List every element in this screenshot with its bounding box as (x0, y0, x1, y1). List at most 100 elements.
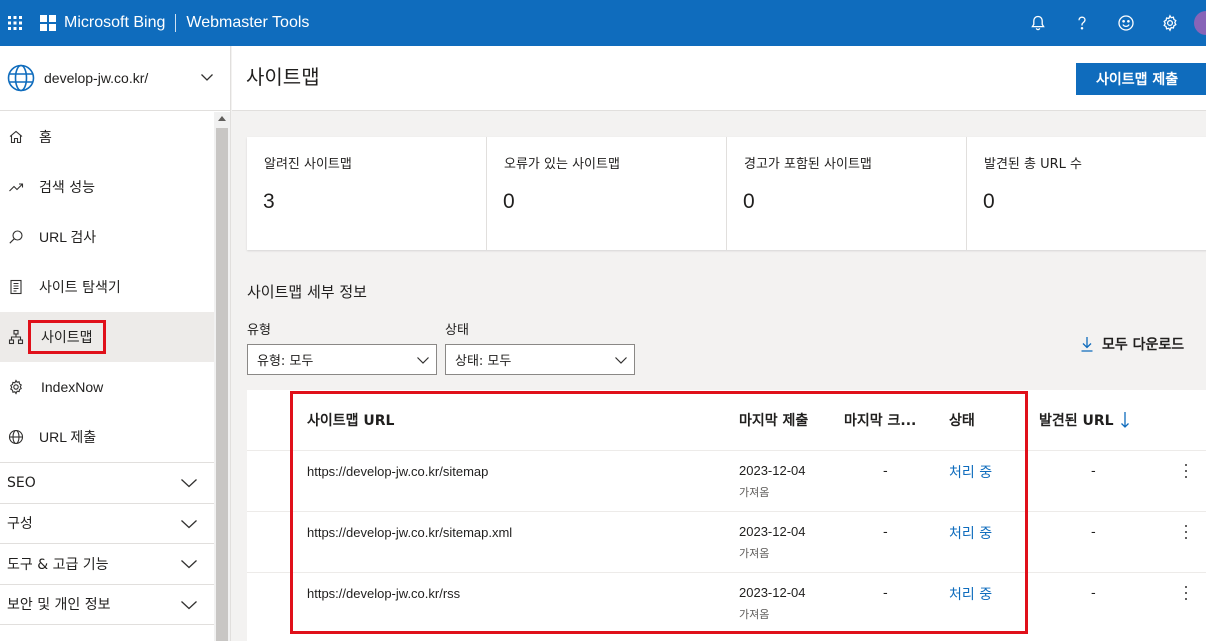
stat-label: 발견된 총 URL 수 (984, 157, 1082, 172)
column-header-label: 발견된 URL (1039, 413, 1114, 429)
stat-known-sitemaps: 알려진 사이트맵 3 (247, 137, 487, 250)
filter-type-dropdown[interactable]: 유형: 모두 (247, 344, 437, 375)
globe-icon (7, 428, 25, 446)
discovered-urls: - (1091, 525, 1096, 540)
sidebar-group-label: 구성 (7, 516, 33, 533)
top-bar: Microsoft Bing Webmaster Tools (0, 0, 1206, 46)
filter-status-dropdown[interactable]: 상태: 모두 (445, 344, 635, 375)
document-icon (7, 278, 25, 296)
sitemap-url: https://develop-jw.co.kr/sitemap (307, 464, 489, 479)
download-all-label: 모두 다운로드 (1102, 337, 1185, 353)
sidebar-group-label: SEO (7, 474, 36, 491)
more-options-icon[interactable] (1182, 522, 1190, 542)
table-row[interactable]: https://develop-jw.co.kr/sitemap 2023-12… (247, 450, 1206, 511)
column-header-url[interactable]: 사이트맵 URL (307, 390, 394, 450)
column-header-status[interactable]: 상태 (949, 390, 975, 450)
last-submitted: 2023-12-04 (739, 585, 806, 600)
bell-icon[interactable] (1016, 0, 1060, 46)
chevron-down-icon (417, 357, 429, 364)
column-header-last-submitted[interactable]: 마지막 제출 (739, 390, 808, 450)
status-link[interactable]: 처리 중 (949, 584, 992, 604)
waffle-icon[interactable] (0, 0, 30, 46)
sidebar-item-sitemaps[interactable]: 사이트맵 (0, 312, 214, 362)
sidebar-group-tools[interactable]: 도구 & 고급 기능 (0, 544, 214, 585)
last-crawled: - (883, 525, 888, 540)
product-name[interactable]: Webmaster Tools (186, 14, 309, 32)
globe-icon (7, 64, 35, 92)
download-icon (1081, 337, 1093, 352)
more-options-icon[interactable] (1182, 461, 1190, 481)
stat-value: 0 (983, 190, 995, 213)
sidebar: develop-jw.co.kr/ 홈 검색 성능 URL 검사 사이트 탐색기… (0, 46, 231, 641)
help-icon[interactable] (1060, 0, 1104, 46)
more-options-icon[interactable] (1182, 583, 1190, 603)
trend-icon (7, 178, 25, 196)
section-title: 사이트맵 세부 정보 (247, 283, 367, 301)
submit-sitemap-button[interactable]: 사이트맵 제출 (1076, 63, 1206, 95)
sidebar-item-label: 홈 (39, 130, 52, 146)
sidebar-group-security-privacy[interactable]: 보안 및 개인 정보 (0, 585, 214, 625)
last-crawled: - (883, 586, 888, 601)
scroll-up-icon[interactable] (218, 116, 226, 121)
top-icons (1016, 0, 1206, 46)
discovered-urls: - (1091, 464, 1096, 479)
stat-value: 0 (503, 190, 515, 213)
sidebar-item-indexnow[interactable]: IndexNow (0, 362, 214, 412)
sidebar-group-seo[interactable]: SEO (0, 463, 214, 504)
table-row[interactable]: https://develop-jw.co.kr/rss 2023-12-04 … (247, 572, 1206, 633)
site-selector[interactable]: develop-jw.co.kr/ (0, 46, 230, 111)
gear-icon[interactable] (1148, 0, 1192, 46)
sidebar-item-label: URL 검사 (39, 229, 97, 245)
chevron-down-icon (181, 479, 197, 488)
sidebar-item-url-inspection[interactable]: URL 검사 (0, 212, 214, 262)
sidebar-item-label: 검색 성능 (39, 180, 95, 196)
last-submitted-source: 가져옴 (739, 608, 770, 621)
filter-type-value: 유형: 모두 (257, 354, 314, 369)
page-title: 사이트맵 (246, 65, 320, 89)
stat-sitemaps-with-warnings: 경고가 포함된 사이트맵 0 (727, 137, 967, 250)
chevron-down-icon (181, 560, 197, 569)
home-icon (7, 128, 25, 146)
avatar[interactable] (1194, 11, 1206, 35)
microsoft-logo-icon (40, 15, 56, 31)
column-header-discovered-urls[interactable]: 발견된 URL (1039, 390, 1130, 450)
chevron-down-icon (181, 600, 197, 609)
sidebar-group-configuration[interactable]: 구성 (0, 504, 214, 544)
page-header: 사이트맵 사이트맵 제출 (232, 46, 1206, 111)
search-icon (7, 228, 25, 246)
sidebar-nav: 홈 검색 성능 URL 검사 사이트 탐색기 사이트맵 IndexNow URL… (0, 112, 214, 625)
sidebar-item-search-performance[interactable]: 검색 성능 (0, 162, 214, 212)
sidebar-item-label: 사이트맵 (28, 320, 106, 354)
stat-value: 0 (743, 190, 755, 213)
last-submitted: 2023-12-04 (739, 463, 806, 478)
main-content: 사이트맵 사이트맵 제출 알려진 사이트맵 3 오류가 있는 사이트맵 0 경고… (232, 46, 1206, 641)
chevron-down-icon (201, 74, 213, 81)
discovered-urls: - (1091, 586, 1096, 601)
sidebar-item-label: URL 제출 (39, 429, 97, 445)
brand-name: Microsoft Bing (64, 14, 166, 31)
sort-down-icon (1120, 412, 1129, 428)
sidebar-group-label: 도구 & 고급 기능 (7, 556, 109, 573)
sidebar-item-site-explorer[interactable]: 사이트 탐색기 (0, 262, 214, 312)
sidebar-item-url-submission[interactable]: URL 제출 (0, 412, 214, 462)
microsoft-logo[interactable]: Microsoft Bing (40, 14, 165, 32)
status-link[interactable]: 처리 중 (949, 523, 992, 543)
table-row[interactable]: https://develop-jw.co.kr/sitemap.xml 202… (247, 511, 1206, 572)
stat-total-urls: 발견된 총 URL 수 0 (967, 137, 1206, 250)
download-all-button[interactable]: 모두 다운로드 (1080, 334, 1184, 354)
smiley-icon[interactable] (1104, 0, 1148, 46)
sidebar-item-home[interactable]: 홈 (0, 112, 214, 162)
chevron-down-icon (181, 519, 197, 528)
sidebar-item-label: 사이트 탐색기 (39, 280, 121, 296)
status-link[interactable]: 처리 중 (949, 462, 992, 482)
sitemap-url: https://develop-jw.co.kr/rss (307, 586, 461, 601)
site-name: develop-jw.co.kr/ (44, 70, 149, 86)
last-submitted-source: 가져옴 (739, 547, 770, 560)
last-crawled: - (883, 464, 888, 479)
sitemap-icon (7, 328, 25, 346)
sitemap-url: https://develop-jw.co.kr/sitemap.xml (307, 525, 513, 540)
scrollbar-thumb[interactable] (216, 128, 228, 641)
column-header-last-crawled[interactable]: 마지막 크... (844, 390, 916, 450)
sidebar-scrollbar[interactable] (214, 112, 230, 641)
stat-label: 경고가 포함된 사이트맵 (744, 157, 872, 172)
